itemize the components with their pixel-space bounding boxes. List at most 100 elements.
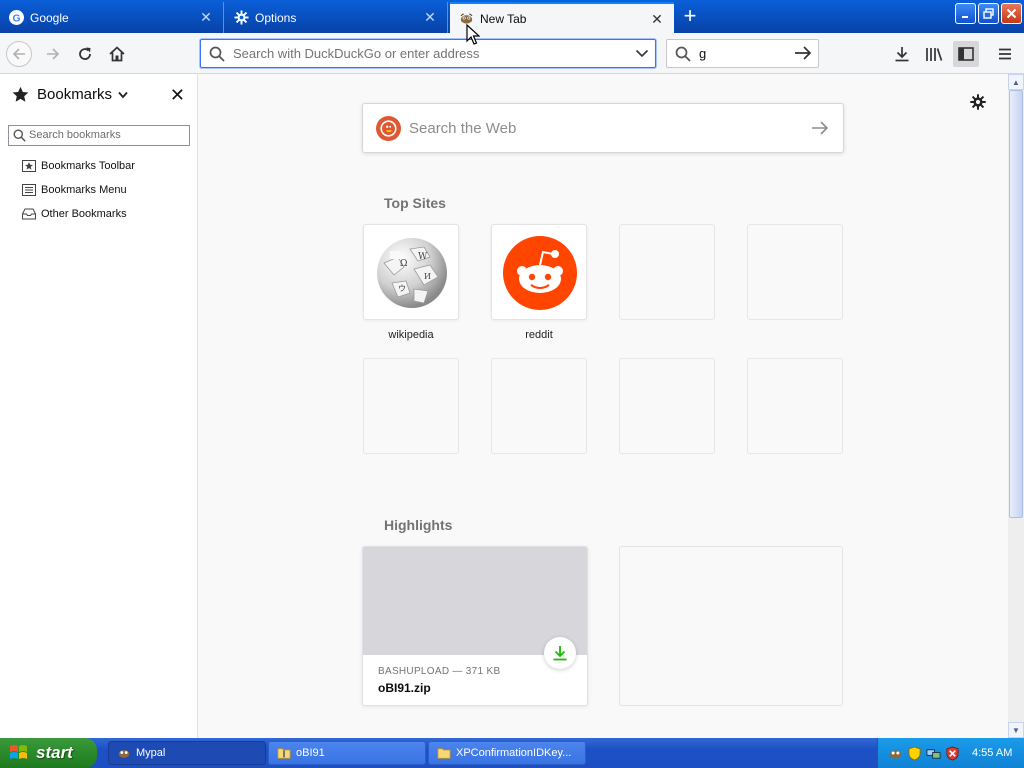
close-window-button[interactable] [1001, 3, 1022, 24]
forward-button[interactable] [40, 41, 66, 67]
menu-button[interactable] [992, 41, 1018, 67]
security-shield-icon[interactable] [907, 745, 922, 761]
sidebar-item-other-bookmarks[interactable]: Other Bookmarks [22, 208, 127, 220]
mouse-cursor-icon [466, 24, 480, 45]
search-icon [209, 46, 225, 62]
web-search-box[interactable] [362, 103, 844, 153]
start-label: start [36, 743, 73, 762]
minimize-button[interactable] [955, 3, 976, 24]
gear-icon [233, 10, 249, 26]
top-site-placeholder [491, 358, 587, 454]
sidebar-item-label: Other Bookmarks [41, 208, 127, 220]
new-tab-button[interactable]: + [676, 5, 704, 28]
sidebar-item-bookmarks-toolbar[interactable]: Bookmarks Toolbar [22, 160, 135, 172]
close-tab-icon[interactable]: ✕ [423, 10, 437, 24]
taskbar-button-label: oBI91 [296, 747, 325, 759]
gear-icon [970, 94, 986, 110]
tab-google[interactable]: G Google ✕ [0, 2, 224, 33]
search-bar[interactable] [666, 39, 819, 68]
taskbar-button-mypal[interactable]: Mypal [108, 741, 266, 765]
svg-text:Ω: Ω [400, 259, 407, 269]
star-icon [12, 86, 29, 102]
hamburger-icon [999, 48, 1011, 60]
download-icon [895, 47, 909, 62]
tab-new-tab[interactable]: New Tab ✕ [450, 2, 674, 33]
close-tab-icon[interactable]: ✕ [199, 10, 213, 24]
scrollbar-thumb[interactable] [1009, 90, 1023, 518]
clock: 4:55 AM [972, 747, 1013, 759]
chevron-down-icon[interactable] [635, 46, 649, 60]
start-button[interactable]: start [0, 738, 97, 768]
navigation-toolbar [0, 33, 1024, 74]
back-button[interactable] [6, 41, 32, 67]
arrow-left-icon [12, 48, 25, 60]
top-site-wikipedia[interactable]: Ω W И ウ [363, 224, 459, 320]
taskbar-button-xpconfirmation[interactable]: XPConfirmationIDKey... [428, 741, 586, 765]
download-icon [544, 637, 576, 669]
tab-label: Options [255, 10, 297, 25]
top-site-placeholder [363, 358, 459, 454]
bookmarks-sidebar: Bookmarks ✕ Bookmarks Toolbar Bookmarks … [0, 74, 198, 738]
sidebar-item-bookmarks-menu[interactable]: Bookmarks Menu [22, 184, 127, 196]
bookmarks-toolbar-icon [22, 160, 36, 172]
address-input[interactable] [233, 46, 623, 61]
taskbar-button-obi91[interactable]: oBI91 [268, 741, 426, 765]
tab-label: Google [30, 10, 69, 25]
scroll-up-arrow[interactable]: ▲ [1008, 74, 1024, 90]
highlight-title: oBI91.zip [378, 681, 431, 695]
search-input[interactable] [699, 46, 789, 61]
arrow-right-icon[interactable] [794, 45, 812, 61]
top-sites-heading: Top Sites [384, 195, 446, 211]
library-button[interactable] [921, 41, 947, 67]
sidebar-toggle-button[interactable] [953, 41, 979, 67]
close-tab-icon[interactable]: ✕ [650, 12, 664, 26]
highlight-meta: BASHUPLOAD — 371 KB [378, 666, 501, 677]
alert-shield-icon[interactable] [945, 745, 960, 761]
library-icon [926, 48, 943, 61]
reload-button[interactable] [72, 41, 98, 67]
top-site-placeholder [619, 224, 715, 320]
taskbar-button-label: XPConfirmationIDKey... [456, 747, 572, 759]
search-icon [13, 129, 26, 142]
network-icon[interactable] [926, 746, 941, 761]
highlight-placeholder [619, 546, 843, 706]
top-site-reddit[interactable] [491, 224, 587, 320]
duckduckgo-icon [376, 116, 401, 141]
top-site-label: reddit [525, 329, 553, 341]
url-bar[interactable] [200, 39, 656, 68]
close-sidebar-icon[interactable]: ✕ [170, 86, 185, 104]
reload-icon [79, 47, 91, 60]
maximize-button[interactable] [978, 3, 999, 24]
top-site-label: wikipedia [388, 329, 434, 341]
home-icon [109, 46, 125, 62]
bookmarks-search-field[interactable] [8, 125, 190, 146]
google-icon: G [8, 10, 24, 26]
wikipedia-globe-icon: Ω W И ウ [377, 238, 447, 308]
highlight-card[interactable]: BASHUPLOAD — 371 KB oBI91.zip [362, 546, 588, 706]
web-search-input[interactable] [409, 120, 789, 137]
scroll-down-arrow[interactable]: ▼ [1008, 722, 1024, 738]
svg-text:ウ: ウ [398, 284, 406, 293]
search-icon [675, 46, 691, 62]
zip-folder-icon [277, 748, 291, 759]
top-site-placeholder [747, 358, 843, 454]
arrow-right-icon[interactable] [811, 120, 829, 136]
downloads-button[interactable] [889, 41, 915, 67]
vertical-scrollbar[interactable]: ▲ ▼ [1008, 74, 1024, 738]
tab-options[interactable]: Options ✕ [225, 2, 448, 33]
sidebar-header[interactable]: Bookmarks [12, 86, 128, 103]
windows-logo-icon [10, 745, 27, 759]
svg-text:W: W [418, 252, 428, 262]
svg-text:G: G [12, 13, 20, 24]
bookmarks-menu-icon [22, 184, 36, 196]
system-tray: 4:55 AM [877, 738, 1024, 768]
chevron-down-icon [118, 91, 128, 98]
top-site-placeholder [747, 224, 843, 320]
customize-button[interactable] [970, 94, 986, 113]
home-button[interactable] [104, 41, 130, 67]
bookmarks-search-input[interactable] [29, 129, 184, 141]
mypal-icon [118, 749, 130, 758]
highlights-heading: Highlights [384, 517, 453, 533]
sidebar-item-label: Bookmarks Toolbar [41, 160, 135, 172]
mypal-tray-icon[interactable] [888, 746, 903, 761]
